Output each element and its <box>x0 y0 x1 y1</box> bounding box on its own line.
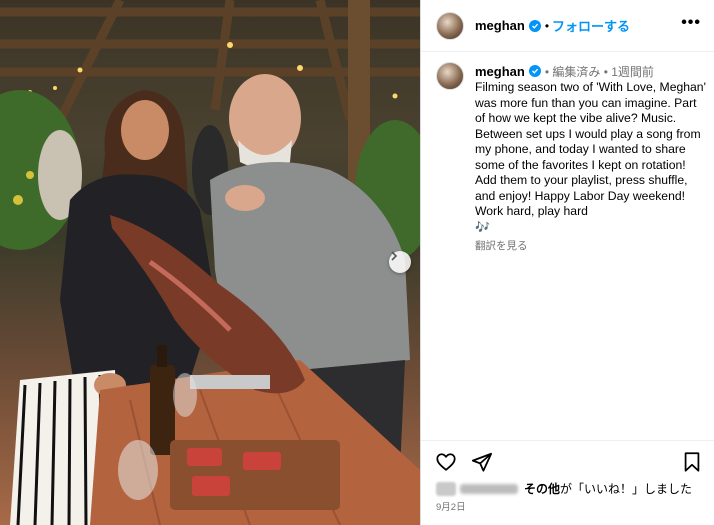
post-photo[interactable] <box>0 0 420 525</box>
likes-others-label: その他 <box>524 482 561 496</box>
avatar[interactable] <box>436 11 464 40</box>
caption-username[interactable]: meghan <box>475 64 525 79</box>
share-icon[interactable] <box>471 451 493 473</box>
bookmark-icon[interactable] <box>681 451 703 473</box>
music-notes-icon: 🎶 <box>475 219 490 234</box>
caption: meghan • 編集済み • 1週間前 Filming season two … <box>436 62 708 253</box>
post-side-panel: meghan • フォローする ••• meghan • 編集済み • 1週間前… <box>420 0 714 525</box>
caption-avatar[interactable] <box>436 62 464 90</box>
chevron-right-icon <box>391 251 398 261</box>
caption-text-body: Filming season two of 'With Love, Meghan… <box>475 80 710 218</box>
post-header: meghan • フォローする ••• <box>421 0 714 52</box>
caption-text: Filming season two of 'With Love, Meghan… <box>475 80 707 235</box>
separator: • <box>544 18 550 33</box>
caption-header: meghan • 編集済み • 1週間前 <box>475 62 707 80</box>
likes-summary[interactable]: その他が「いいね！」しました <box>436 480 692 497</box>
photo-illustration <box>0 0 420 525</box>
likes-text: その他が「いいね！」しました <box>524 482 693 496</box>
post-date: 9月2日 <box>436 502 466 513</box>
action-bar <box>421 440 714 478</box>
liker-name-blurred <box>460 483 518 494</box>
verified-icon <box>528 65 541 77</box>
username-link[interactable]: meghan <box>475 18 525 33</box>
verified-icon <box>528 19 541 32</box>
heart-icon[interactable] <box>435 451 457 473</box>
more-icon[interactable]: ••• <box>681 14 701 32</box>
liker-avatar-blurred <box>436 481 456 496</box>
translate-link[interactable]: 翻訳を見る <box>475 238 707 253</box>
follow-button[interactable]: フォローする <box>552 16 630 35</box>
caption-body: meghan • 編集済み • 1週間前 Filming season two … <box>475 62 707 253</box>
caption-meta: • 編集済み • 1週間前 <box>544 64 654 79</box>
carousel-next-button[interactable] <box>389 251 411 273</box>
